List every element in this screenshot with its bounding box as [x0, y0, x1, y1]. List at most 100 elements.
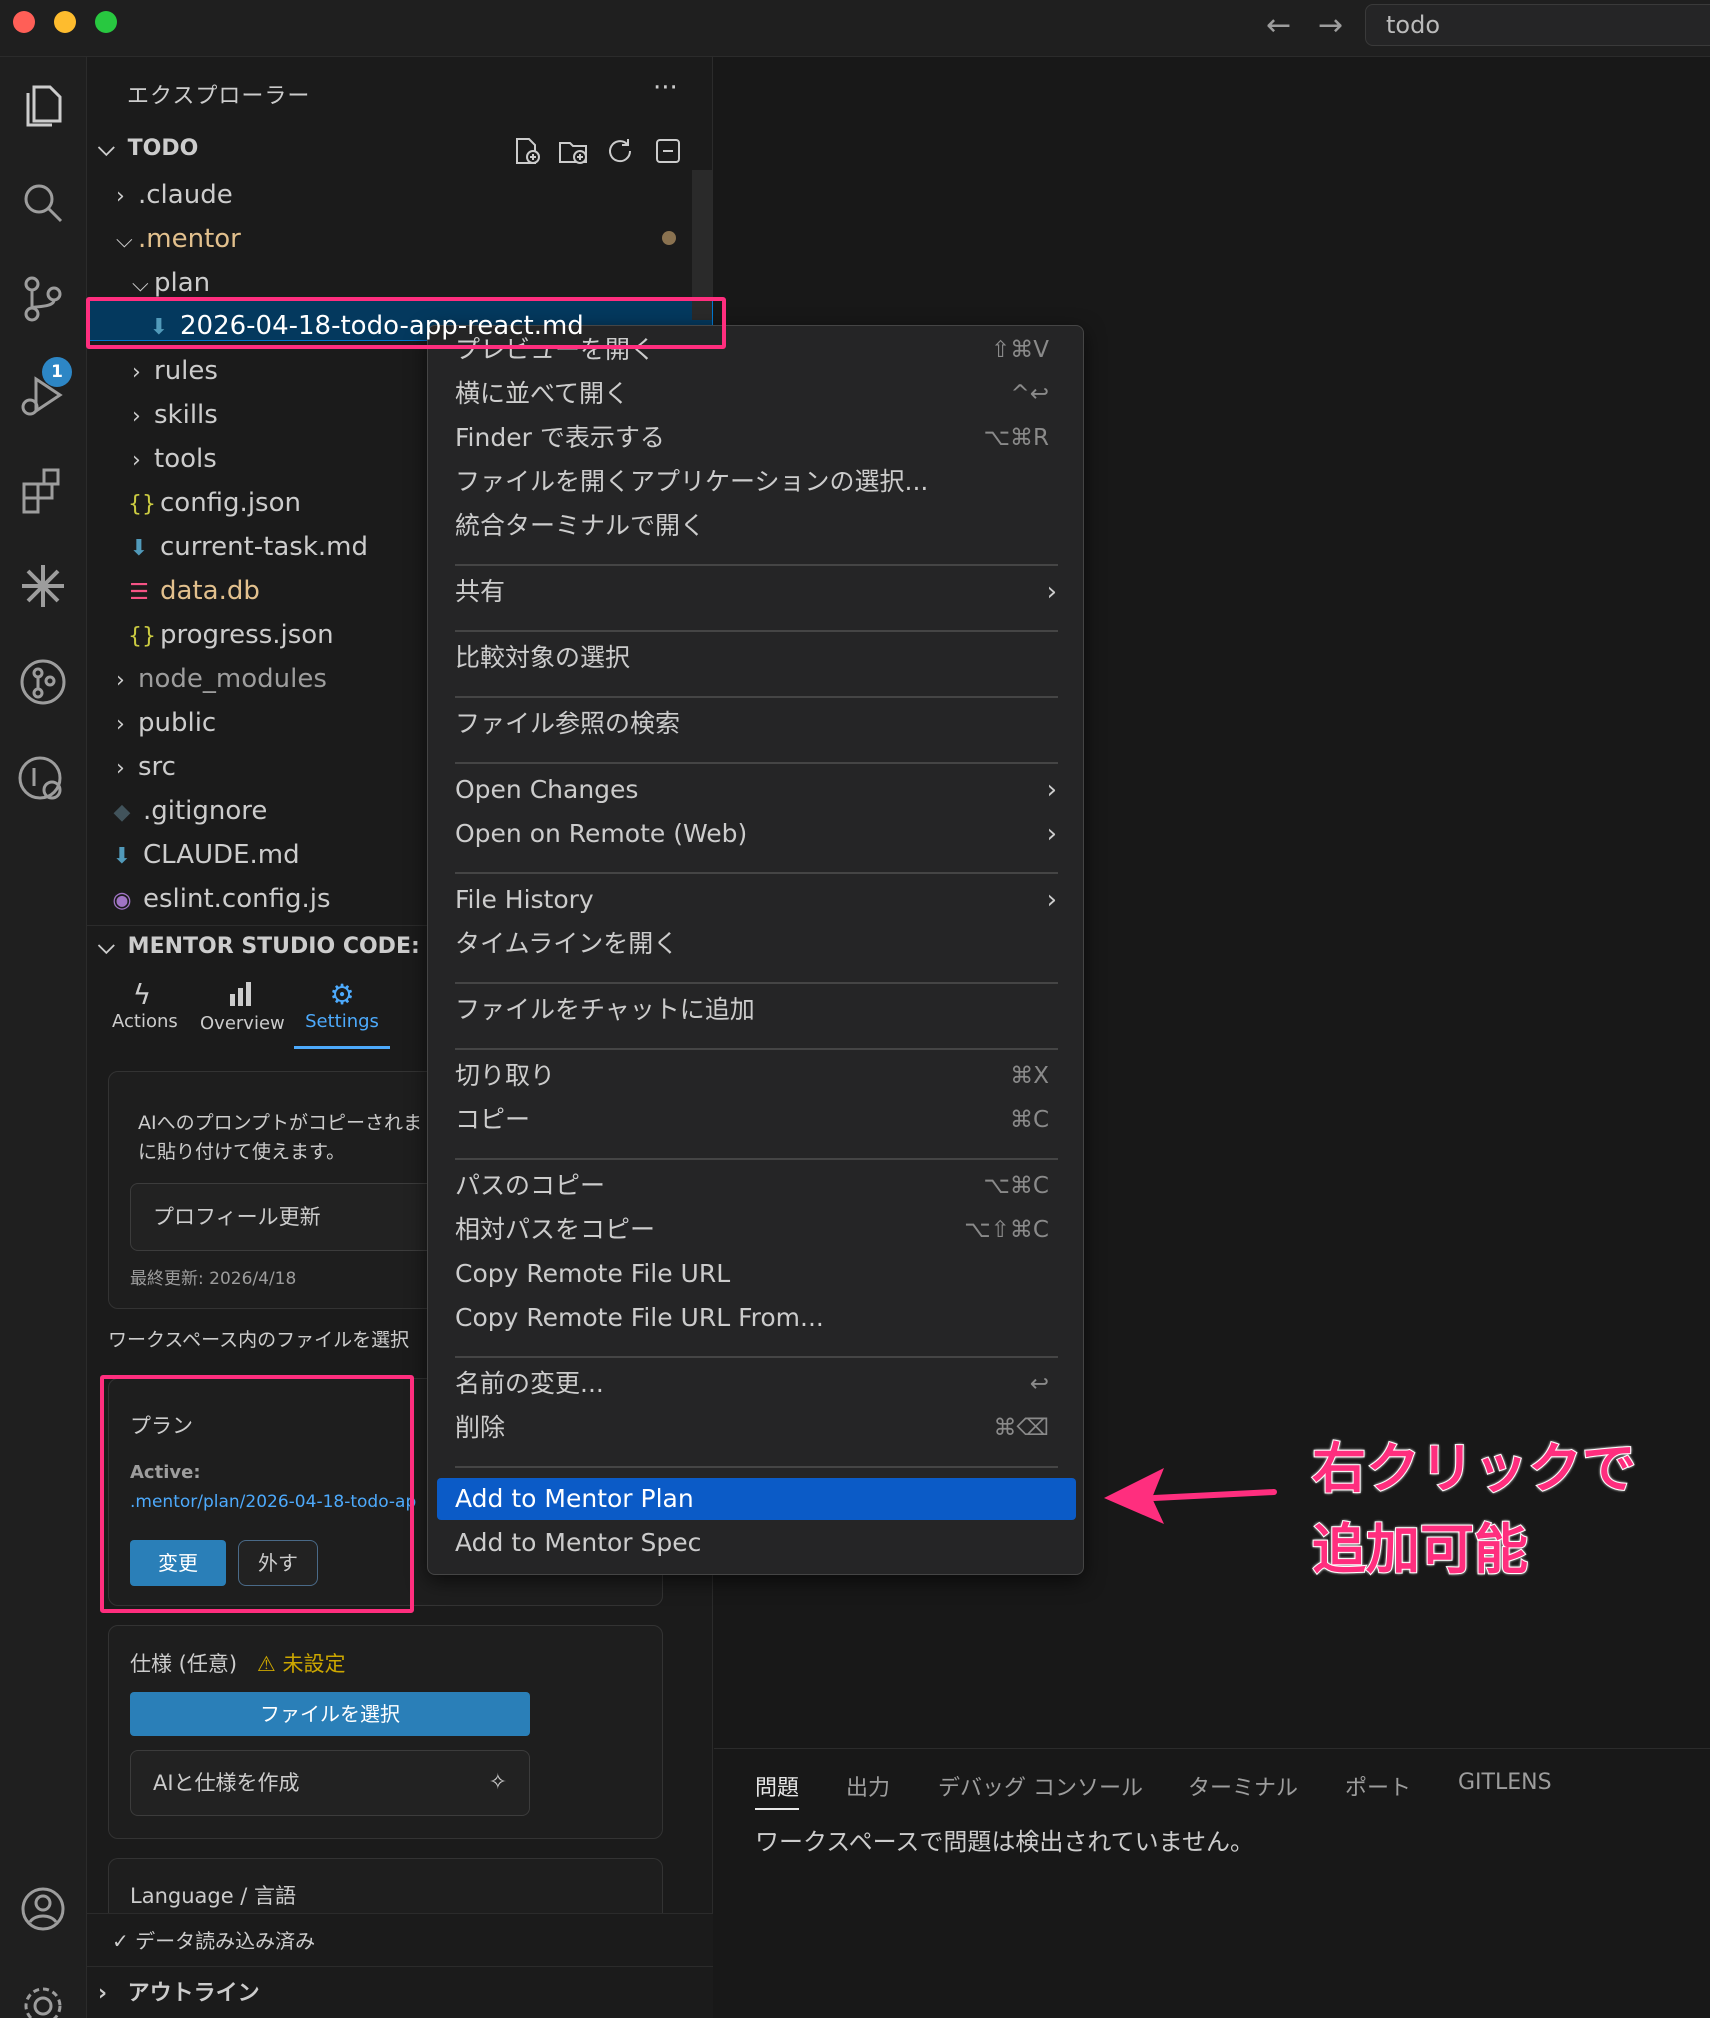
panel-tab-gitlens[interactable]: GITLENS	[1458, 1770, 1552, 1795]
markdown-icon: ⬇	[129, 536, 149, 561]
title-bar: ← → todo	[0, 0, 1710, 57]
select-spec-file-button[interactable]: ファイルを選択	[130, 1692, 530, 1736]
menu-shortcut: ⌥⇧⌘C	[964, 1217, 1049, 1243]
refresh-icon[interactable]	[604, 135, 636, 167]
panel-tab-terminal[interactable]: ターミナル	[1188, 1770, 1298, 1802]
explorer-root-header[interactable]: ⌵ TODO	[98, 136, 198, 161]
menu-item-share[interactable]: 共有	[455, 571, 505, 613]
menu-item-copy-relative-path[interactable]: 相対パスをコピー	[455, 1209, 655, 1251]
tree-item-label: 2026-04-18-todo-app-react.md	[180, 311, 584, 341]
tree-item-rules[interactable]: › rules	[132, 350, 218, 392]
gitlens-icon[interactable]	[14, 653, 72, 711]
tree-item-progress-json[interactable]: {} progress.json	[128, 614, 334, 656]
menu-shortcut: ⌘C	[1009, 1107, 1049, 1133]
bar-chart-icon	[230, 982, 251, 1006]
tree-item-plan-file[interactable]: ⬇ 2026-04-18-todo-app-react.md	[148, 305, 584, 347]
panel-tab-ports[interactable]: ポート	[1345, 1770, 1411, 1802]
files-icon[interactable]	[14, 77, 72, 135]
menu-separator	[455, 1158, 1058, 1160]
run-debug-icon[interactable]	[14, 367, 72, 425]
menu-item-add-to-mentor-plan[interactable]: Add to Mentor Plan	[455, 1478, 694, 1520]
gitlens-inspect-icon[interactable]	[14, 750, 72, 808]
command-center-search[interactable]: todo	[1365, 4, 1710, 46]
tree-item-label: current-task.md	[160, 532, 368, 562]
create-spec-with-ai-button[interactable]: AIと仕様を作成 ✧	[130, 1750, 530, 1816]
tree-item-config-json[interactable]: {} config.json	[128, 482, 301, 524]
panel-tab-output[interactable]: 出力	[846, 1770, 890, 1802]
menu-item-rename[interactable]: 名前の変更...	[455, 1363, 604, 1405]
menu-item-cut[interactable]: 切り取り	[455, 1055, 555, 1097]
menu-item-file-history[interactable]: File History	[455, 879, 594, 921]
menu-item-add-to-chat[interactable]: ファイルをチャットに追加	[455, 989, 755, 1031]
menu-item-open-in-terminal[interactable]: 統合ターミナルで開く	[455, 505, 705, 547]
tree-item-claude[interactable]: › .claude	[116, 174, 233, 216]
menu-item-open-on-remote[interactable]: Open on Remote (Web)	[455, 813, 747, 855]
json-icon: {}	[128, 624, 156, 649]
collapse-all-icon[interactable]	[652, 135, 684, 167]
tree-item-tools[interactable]: › tools	[132, 438, 217, 480]
eslint-icon: ◉	[112, 888, 132, 913]
tree-item-eslint[interactable]: ◉ eslint.config.js	[111, 878, 330, 920]
git-icon: ◆	[113, 800, 131, 825]
settings-gear-icon[interactable]	[14, 1977, 72, 2018]
tab-actions[interactable]: ϟ Actions	[112, 978, 178, 1032]
menu-item-find-file-references[interactable]: ファイル参照の検索	[455, 703, 680, 745]
submenu-chevron-icon: ›	[1046, 577, 1057, 607]
tree-item-current-task[interactable]: ⬇ current-task.md	[128, 526, 368, 568]
menu-item-open-to-side[interactable]: 横に並べて開く	[455, 373, 629, 415]
tree-item-label: rules	[154, 356, 218, 386]
markdown-icon: ⬇	[112, 844, 132, 869]
arrow-right-icon[interactable]: →	[1318, 8, 1343, 43]
menu-item-select-for-compare[interactable]: 比較対象の選択	[455, 637, 630, 679]
source-control-icon[interactable]	[14, 270, 72, 328]
new-file-icon[interactable]	[511, 135, 543, 167]
menu-item-add-to-mentor-spec[interactable]: Add to Mentor Spec	[455, 1522, 701, 1564]
window-close-button[interactable]	[13, 11, 35, 33]
panel-tab-debug-console[interactable]: デバッグ コンソール	[938, 1770, 1143, 1802]
menu-item-open-with[interactable]: ファイルを開くアプリケーションの選択...	[455, 461, 928, 503]
mentor-section-header[interactable]: ⌵ MENTOR STUDIO CODE:	[98, 934, 420, 959]
outline-header[interactable]: › アウトライン	[98, 1975, 260, 2007]
tree-item-claude-md[interactable]: ⬇ CLAUDE.md	[111, 834, 300, 876]
mentor-header-label: MENTOR STUDIO CODE:	[127, 934, 420, 959]
tree-item-public[interactable]: › public	[116, 702, 216, 744]
tree-item-src[interactable]: › src	[116, 746, 176, 788]
menu-item-copy-path[interactable]: パスのコピー	[455, 1165, 605, 1207]
tree-item-node-modules[interactable]: › node_modules	[116, 658, 327, 700]
arrow-left-icon[interactable]: ←	[1266, 8, 1291, 43]
account-icon[interactable]	[14, 1880, 72, 1938]
tab-overview[interactable]: Overview	[200, 978, 285, 1034]
workspace-instruction: ワークスペース内のファイルを選択	[108, 1329, 410, 1351]
menu-shortcut: ⌘X	[1010, 1063, 1049, 1089]
ai-button-label: AIと仕様を作成	[153, 1771, 300, 1795]
tree-item-skills[interactable]: › skills	[132, 394, 218, 436]
tree-item-label: .claude	[138, 180, 233, 210]
tree-item-label: skills	[154, 400, 218, 430]
mentor-spark-icon[interactable]	[14, 557, 72, 615]
menu-item-open-changes[interactable]: Open Changes	[455, 769, 638, 811]
menu-separator	[455, 872, 1058, 874]
tree-item-label: progress.json	[160, 620, 334, 650]
window-maximize-button[interactable]	[95, 11, 117, 33]
menu-item-copy-remote-url-from[interactable]: Copy Remote File URL From...	[455, 1297, 824, 1339]
menu-item-delete[interactable]: 削除	[455, 1407, 505, 1449]
extensions-icon[interactable]	[14, 462, 72, 520]
lightning-icon: ϟ	[132, 978, 152, 1011]
tree-item-gitignore[interactable]: ◆ .gitignore	[111, 790, 268, 832]
menu-item-reveal-in-finder[interactable]: Finder で表示する	[455, 417, 665, 459]
new-folder-icon[interactable]	[557, 135, 589, 167]
json-icon: {}	[128, 492, 156, 517]
menu-item-open-timeline[interactable]: タイムラインを開く	[455, 923, 678, 965]
menu-item-copy[interactable]: コピー	[455, 1099, 530, 1141]
search-icon[interactable]	[14, 174, 72, 232]
outline-label: アウトライン	[127, 1981, 260, 2006]
window-minimize-button[interactable]	[54, 11, 76, 33]
tree-item-label: src	[138, 752, 176, 782]
tree-item-data-db[interactable]: ☰ data.db	[128, 570, 260, 612]
panel-tab-problems[interactable]: 問題	[755, 1770, 800, 1810]
more-actions-icon[interactable]: ···	[653, 73, 678, 103]
tree-item-mentor[interactable]: ⌵ .mentor	[116, 218, 241, 260]
menu-item-copy-remote-url[interactable]: Copy Remote File URL	[455, 1253, 730, 1295]
annotation-text-line1: 右クリックで	[1311, 1436, 1637, 1501]
tab-settings[interactable]: ⚙ Settings	[294, 978, 390, 1049]
